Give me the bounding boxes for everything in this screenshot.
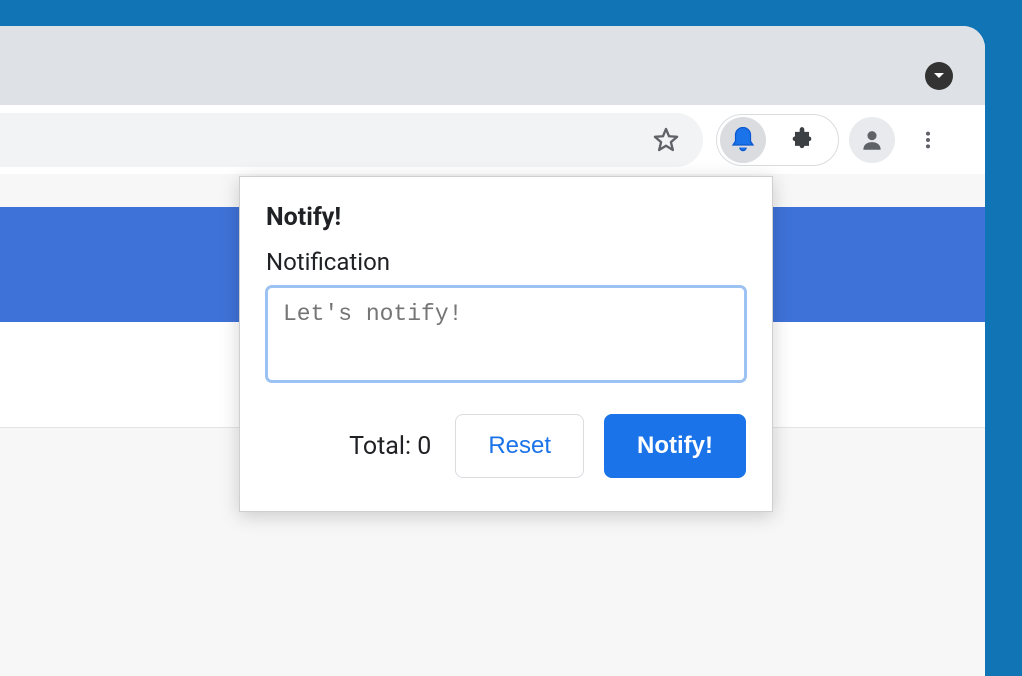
profile-button[interactable] xyxy=(849,117,895,163)
notification-field-label: Notification xyxy=(266,248,746,276)
titlebar xyxy=(0,26,985,105)
notify-button[interactable]: Notify! xyxy=(604,414,746,478)
total-count-value: 0 xyxy=(417,432,431,461)
total-count: Total: 0 xyxy=(349,432,431,461)
extensions-menu-button[interactable] xyxy=(766,126,838,154)
toolbar xyxy=(0,105,985,174)
puzzle-icon xyxy=(788,126,816,154)
kebab-menu-icon xyxy=(917,129,939,151)
window-dropdown-button[interactable] xyxy=(925,62,953,90)
address-bar[interactable] xyxy=(0,113,703,167)
popup-title: Notify! xyxy=(266,203,746,232)
popup-footer-row: Total: 0 Reset Notify! xyxy=(266,414,746,478)
notification-input[interactable] xyxy=(266,286,746,382)
bell-icon xyxy=(728,125,758,155)
extension-popup: Notify! Notification Total: 0 Reset Noti… xyxy=(239,176,773,512)
star-icon xyxy=(652,126,680,154)
reset-button[interactable]: Reset xyxy=(455,414,584,478)
notify-extension-button[interactable] xyxy=(720,117,766,163)
avatar-icon xyxy=(859,127,885,153)
extensions-pill xyxy=(716,114,839,166)
chevron-down-icon xyxy=(933,72,945,80)
browser-menu-button[interactable] xyxy=(905,117,951,163)
bookmark-star-button[interactable] xyxy=(643,117,689,163)
total-label-text: Total: xyxy=(349,432,417,461)
